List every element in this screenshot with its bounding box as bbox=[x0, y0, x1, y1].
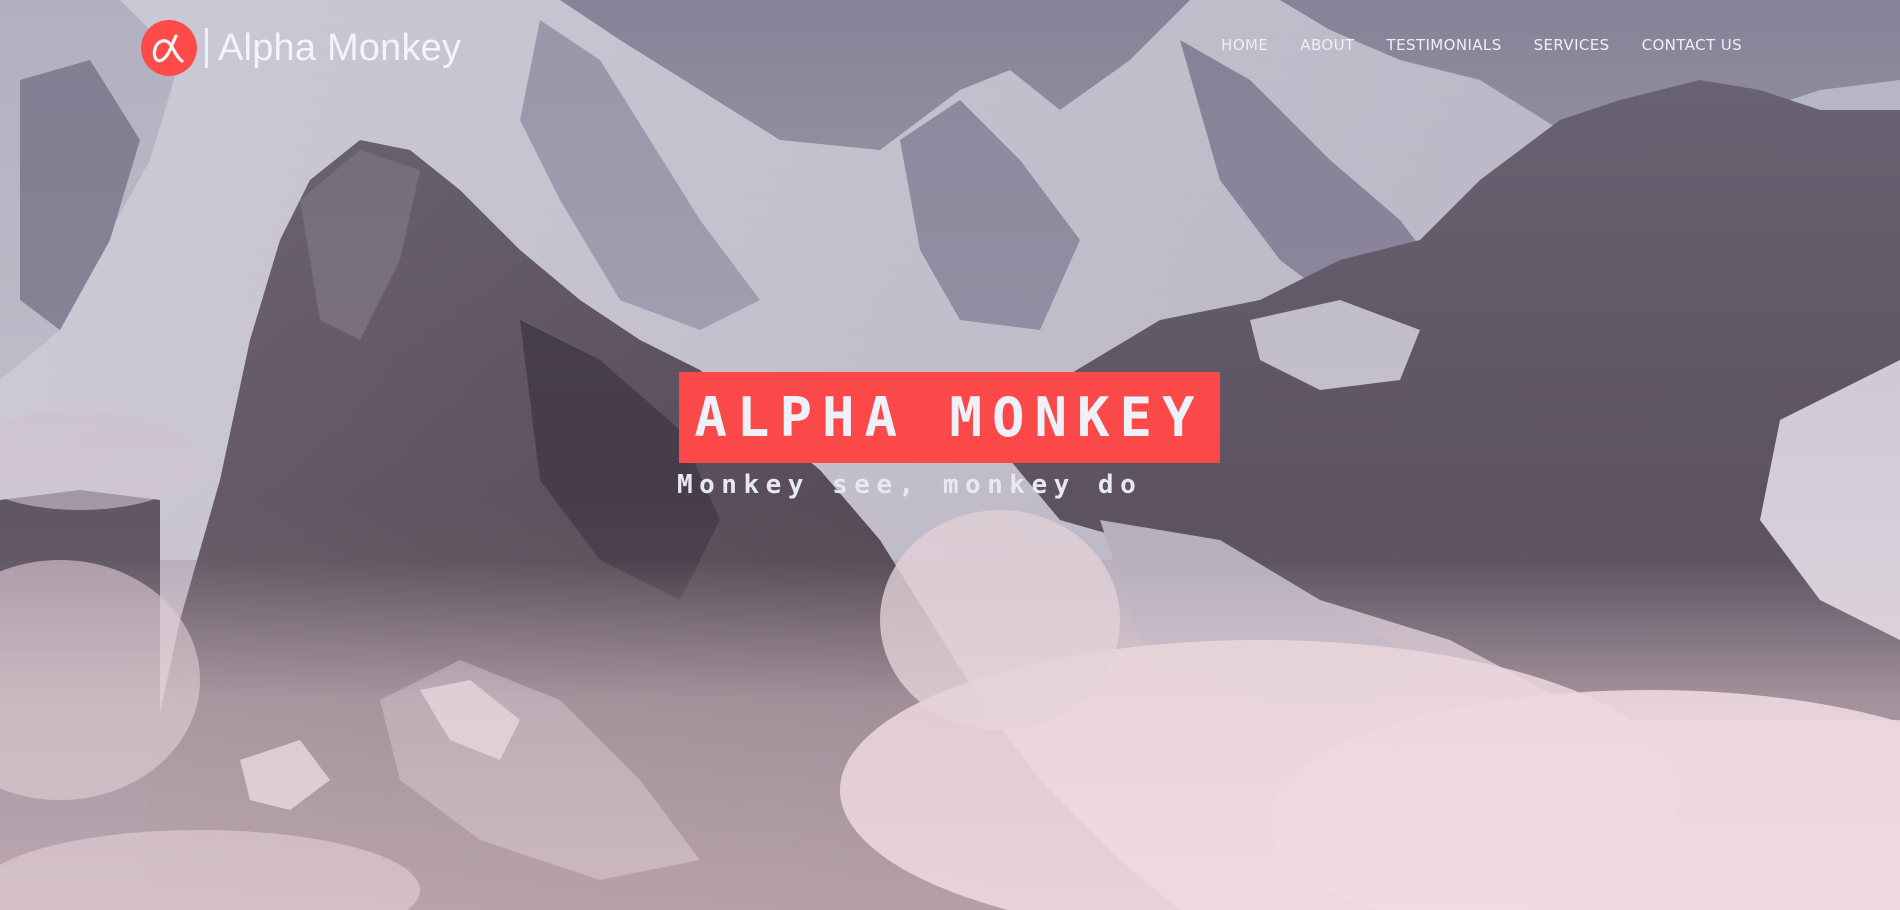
brand-logo-link[interactable]: Alpha Monkey bbox=[141, 20, 461, 76]
nav-link-services[interactable]: SERVICES bbox=[1534, 36, 1610, 54]
nav-item-about: ABOUT bbox=[1300, 36, 1354, 55]
hero-title-box: ALPHA MONKEY bbox=[679, 372, 1220, 463]
alpha-symbol-icon bbox=[141, 20, 197, 76]
main-nav: HOME ABOUT TESTIMONIALS SERVICES CONTACT… bbox=[1221, 36, 1742, 55]
nav-item-home: HOME bbox=[1221, 36, 1268, 55]
nav-item-services: SERVICES bbox=[1534, 36, 1610, 55]
brand-divider bbox=[205, 28, 208, 68]
nav-link-contact-us[interactable]: CONTACT US bbox=[1642, 36, 1742, 54]
hero-section: Alpha Monkey HOME ABOUT TESTIMONIALS SER… bbox=[0, 0, 1900, 910]
nav-link-home[interactable]: HOME bbox=[1221, 36, 1268, 54]
nav-link-testimonials[interactable]: TESTIMONIALS bbox=[1387, 36, 1502, 54]
brand-name: Alpha Monkey bbox=[218, 27, 462, 69]
nav-item-testimonials: TESTIMONIALS bbox=[1387, 36, 1502, 55]
nav-item-contact: CONTACT US bbox=[1642, 36, 1742, 55]
hero-title: ALPHA MONKEY bbox=[694, 386, 1205, 449]
hero-tagline: Monkey see, monkey do bbox=[677, 470, 1143, 500]
top-navigation-bar: Alpha Monkey HOME ABOUT TESTIMONIALS SER… bbox=[0, 0, 1900, 96]
nav-link-about[interactable]: ABOUT bbox=[1300, 36, 1354, 54]
